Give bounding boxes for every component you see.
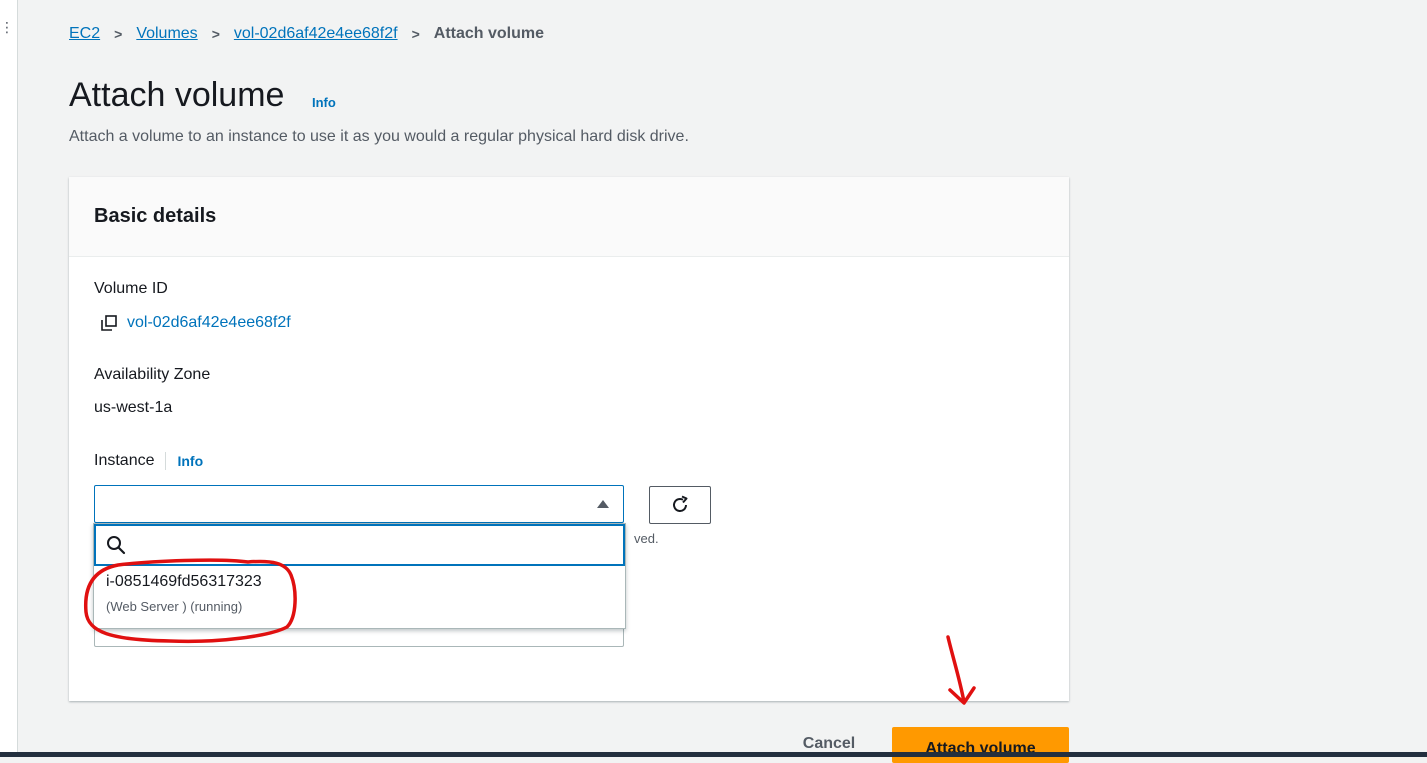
- availability-zone-label: Availability Zone: [94, 366, 211, 383]
- page-title: Attach volume: [69, 76, 285, 114]
- volume-id-label: Volume ID: [94, 280, 168, 297]
- breadcrumb: EC2 > Volumes > vol-02d6af42e4ee68f2f > …: [69, 23, 544, 45]
- refresh-button[interactable]: [649, 486, 711, 524]
- chevron-right-icon: >: [211, 26, 220, 42]
- instance-help-text: ved.: [634, 531, 659, 546]
- copy-icon[interactable]: [100, 314, 118, 332]
- availability-zone-value: us-west-1a: [94, 399, 173, 416]
- label-divider: [165, 452, 167, 470]
- instance-dropdown: i-0851469fd56317323 (Web Server ) (runni…: [93, 523, 626, 629]
- page-description: Attach a volume to an instance to use it…: [69, 128, 689, 145]
- title-info-link[interactable]: Info: [312, 95, 336, 110]
- breadcrumb-ec2[interactable]: EC2: [69, 25, 100, 43]
- option-instance-desc: (Web Server ) (running): [106, 599, 243, 614]
- volume-id-row: vol-02d6af42e4ee68f2f: [100, 314, 291, 332]
- breadcrumb-current: Attach volume: [433, 25, 545, 42]
- search-icon: [107, 536, 126, 555]
- volume-id-link[interactable]: vol-02d6af42e4ee68f2f: [127, 314, 291, 332]
- card-title: Basic details: [94, 205, 217, 227]
- instance-option[interactable]: i-0851469fd56317323 (Web Server ) (runni…: [94, 568, 623, 626]
- breadcrumb-volumes[interactable]: Volumes: [136, 25, 197, 43]
- chevron-right-icon: >: [411, 26, 420, 42]
- kebab-icon[interactable]: ⋮: [0, 20, 14, 34]
- search-input[interactable]: [134, 530, 618, 560]
- instance-select[interactable]: [94, 485, 624, 523]
- left-nav-strip: ⋮: [0, 0, 18, 757]
- caret-up-icon: [597, 500, 609, 508]
- bottom-edge: [0, 752, 1427, 757]
- refresh-icon: [673, 495, 688, 512]
- attach-volume-button[interactable]: Attach volume: [892, 727, 1069, 763]
- card-header: Basic details: [69, 177, 1069, 257]
- dropdown-search[interactable]: [94, 524, 625, 566]
- instance-info-link[interactable]: Info: [177, 453, 203, 469]
- option-instance-id: i-0851469fd56317323: [106, 573, 262, 590]
- chevron-right-icon: >: [114, 26, 123, 42]
- instance-label-row: Instance Info: [94, 452, 203, 470]
- instance-label: Instance: [94, 452, 155, 469]
- basic-details-card: Basic details Volume ID vol-02d6af42e4ee…: [69, 177, 1069, 701]
- breadcrumb-volume-id[interactable]: vol-02d6af42e4ee68f2f: [234, 25, 398, 43]
